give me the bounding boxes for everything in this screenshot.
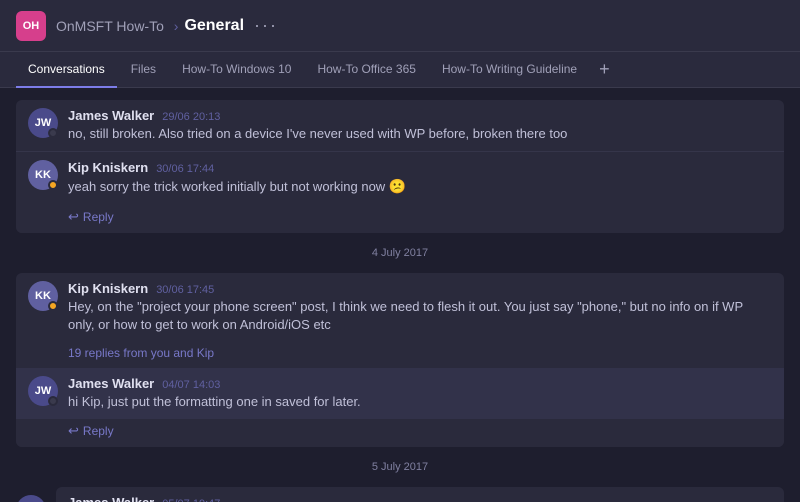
message-row: KK Kip Kniskern 30/06 17:44 yeah sorry t… <box>16 151 784 205</box>
message-timestamp: 30/06 17:44 <box>156 163 214 175</box>
reply-row: ↩ Reply <box>16 205 784 233</box>
date-divider-2: 5 July 2017 <box>0 451 800 483</box>
tab-how-to-office[interactable]: How-To Office 365 <box>305 52 428 88</box>
sender-name: Kip Kniskern <box>68 160 148 175</box>
tab-writing-guideline[interactable]: How-To Writing Guideline <box>430 52 589 88</box>
message-row: JW James Walker 04/07 14:03 hi Kip, just… <box>16 368 784 419</box>
emoji: 😕 <box>389 178 406 194</box>
avatar-wrap: KK <box>28 160 58 190</box>
replies-link[interactable]: 19 replies from you and Kip <box>16 342 784 368</box>
avatar-wrap: JW <box>28 108 58 138</box>
sender-name: James Walker <box>68 108 154 123</box>
message-body: Kip Kniskern 30/06 17:44 yeah sorry the … <box>68 160 772 197</box>
reply-icon: ↩ <box>68 209 79 225</box>
breadcrumb-separator: › <box>174 18 179 34</box>
message-header: James Walker 29/06 20:13 <box>68 108 772 123</box>
presence-indicator <box>48 301 58 311</box>
avatar-wrap: KK <box>28 281 58 311</box>
message-header: Kip Kniskern 30/06 17:44 <box>68 160 772 175</box>
team-name: OnMSFT How-To <box>56 18 164 34</box>
reply-label: Reply <box>83 424 114 438</box>
date-divider-1: 4 July 2017 <box>0 237 800 269</box>
message-timestamp: 29/06 20:13 <box>162 111 220 123</box>
reply-button[interactable]: ↩ Reply <box>68 423 114 439</box>
message-text: no, still broken. Also tried on a device… <box>68 125 772 143</box>
thread-3-body: James Walker 05/07 19:47 Hey Kip, I just… <box>56 487 784 502</box>
message-row: KK Kip Kniskern 30/06 17:45 Hey, on the … <box>16 273 784 342</box>
reply-icon: ↩ <box>68 423 79 439</box>
more-options-button[interactable]: ··· <box>254 15 278 36</box>
message-timestamp: 05/07 19:47 <box>162 498 220 502</box>
header: OH OnMSFT How-To › General ··· <box>0 0 800 52</box>
message-header: Kip Kniskern 30/06 17:45 <box>68 281 772 296</box>
tab-conversations[interactable]: Conversations <box>16 52 117 88</box>
reply-label: Reply <box>83 210 114 224</box>
presence-indicator <box>48 396 58 406</box>
message-row: JW James Walker 29/06 20:13 no, still br… <box>16 100 784 151</box>
thread-1: JW James Walker 29/06 20:13 no, still br… <box>16 100 784 233</box>
team-avatar: OH <box>16 11 46 41</box>
presence-indicator <box>48 180 58 190</box>
thread-3: JW James Walker 05/07 19:47 Hey Kip, I j… <box>0 483 800 502</box>
sender-name: Kip Kniskern <box>68 281 148 296</box>
message-body: Kip Kniskern 30/06 17:45 Hey, on the "pr… <box>68 281 772 334</box>
message-timestamp: 04/07 14:03 <box>162 379 220 391</box>
message-timestamp: 30/06 17:45 <box>156 284 214 296</box>
message-header: James Walker 05/07 19:47 <box>68 495 772 502</box>
reply-row: ↩ Reply <box>16 419 784 447</box>
tab-how-to-windows[interactable]: How-To Windows 10 <box>170 52 303 88</box>
sender-name: James Walker <box>68 376 154 391</box>
presence-indicator <box>48 128 58 138</box>
message-body: James Walker 29/06 20:13 no, still broke… <box>68 108 772 143</box>
thread-2: KK Kip Kniskern 30/06 17:45 Hey, on the … <box>16 273 784 448</box>
tab-files[interactable]: Files <box>119 52 168 88</box>
message-header: James Walker 04/07 14:03 <box>68 376 772 391</box>
breadcrumb: OnMSFT How-To › <box>56 18 184 34</box>
reply-button[interactable]: ↩ Reply <box>68 209 114 225</box>
message-text: hi Kip, just put the formatting one in s… <box>68 393 772 411</box>
channel-name: General <box>184 17 244 35</box>
message-text: Hey, on the "project your phone screen" … <box>68 298 772 334</box>
tabs-bar: Conversations Files How-To Windows 10 Ho… <box>0 52 800 88</box>
avatar: JW <box>16 495 46 502</box>
message-card: James Walker 05/07 19:47 Hey Kip, I just… <box>56 487 784 502</box>
avatar-wrap: JW <box>28 376 58 406</box>
conversations-content: JW James Walker 29/06 20:13 no, still br… <box>0 88 800 502</box>
avatar-wrap: JW <box>16 495 46 502</box>
message-text: yeah sorry the trick worked initially bu… <box>68 177 772 197</box>
sender-name: James Walker <box>68 495 154 502</box>
message-body: James Walker 04/07 14:03 hi Kip, just pu… <box>68 376 772 411</box>
add-tab-button[interactable]: + <box>591 59 618 80</box>
